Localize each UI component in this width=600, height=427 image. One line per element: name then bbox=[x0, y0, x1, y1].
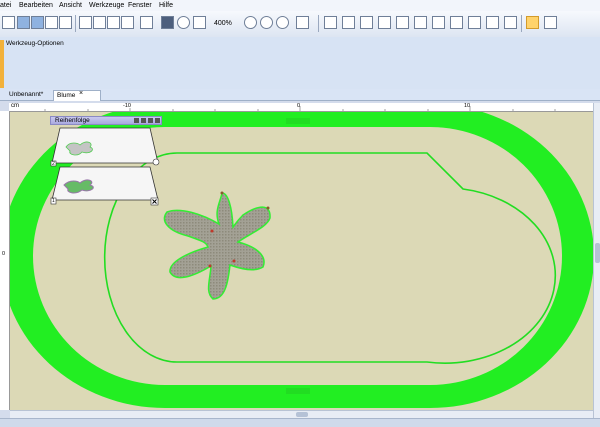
vscroll-thumb[interactable] bbox=[595, 243, 600, 263]
zoom-level[interactable]: 400% bbox=[214, 20, 232, 27]
stitch-node bbox=[266, 206, 270, 210]
ruler-label: 10 bbox=[464, 103, 471, 109]
menu-tools[interactable]: Werkzeuge bbox=[89, 2, 124, 9]
rows-icon[interactable] bbox=[504, 16, 517, 29]
print-icon[interactable] bbox=[59, 16, 72, 29]
distribute-icon[interactable] bbox=[450, 16, 463, 29]
order-panel-title: Reihenfolge bbox=[55, 117, 90, 124]
ruler-unit: cm bbox=[11, 103, 19, 109]
connect-icon[interactable] bbox=[45, 16, 58, 29]
columns-icon[interactable] bbox=[486, 16, 499, 29]
menu-view[interactable]: Ansicht bbox=[59, 2, 82, 9]
order-stack bbox=[50, 127, 160, 206]
track-marker-top bbox=[286, 118, 310, 124]
palette-icon[interactable] bbox=[177, 16, 190, 29]
order-panel[interactable]: Reihenfolge 2 1 bbox=[50, 116, 162, 206]
toolbar-separator bbox=[75, 15, 76, 32]
hoop-icon[interactable] bbox=[193, 16, 206, 29]
copy-icon[interactable] bbox=[79, 16, 92, 29]
stitch-node bbox=[220, 191, 224, 195]
menu-edit[interactable]: Bearbeiten bbox=[19, 2, 53, 9]
stitch-tool-icon[interactable] bbox=[544, 16, 557, 29]
tab-unbenannt[interactable]: Unbenannt* bbox=[9, 91, 43, 98]
zoom-fit-icon[interactable] bbox=[276, 16, 289, 29]
tab-close-icon[interactable]: × bbox=[79, 90, 83, 97]
layer-2-handle[interactable] bbox=[152, 158, 160, 166]
track-marker-bottom bbox=[286, 388, 310, 394]
align-bottom-icon[interactable] bbox=[396, 16, 409, 29]
ruler-ticks bbox=[44, 106, 556, 111]
cut-icon[interactable] bbox=[107, 16, 120, 29]
design-canvas[interactable]: Reihenfolge 2 1 bbox=[10, 112, 593, 410]
grid-icon[interactable] bbox=[161, 16, 174, 29]
align-right-icon[interactable] bbox=[360, 16, 373, 29]
order-panel-header[interactable]: Reihenfolge bbox=[50, 116, 162, 125]
vertical-ruler: 0 bbox=[0, 111, 10, 410]
tab-blume-label: Blume bbox=[57, 92, 76, 99]
layer-2-thumbnail bbox=[65, 141, 93, 156]
zoom-in-icon[interactable] bbox=[244, 16, 257, 29]
panel-menu-icon[interactable] bbox=[141, 118, 146, 123]
horizontal-ruler: -10 0 10 bbox=[9, 103, 593, 112]
layer-1-number: 1 bbox=[52, 198, 55, 204]
toolbar-separator bbox=[318, 15, 319, 32]
stitch-node bbox=[232, 259, 236, 263]
stitch-node bbox=[210, 229, 214, 233]
stitch-node bbox=[208, 264, 212, 268]
tool-options-title: Werkzeug-Optionen bbox=[6, 40, 64, 47]
ruler-label: 0 bbox=[297, 103, 301, 109]
align-left-icon[interactable] bbox=[324, 16, 337, 29]
document-tabs: Unbenannt* Blume × bbox=[0, 89, 600, 101]
new-document-icon[interactable] bbox=[2, 16, 15, 29]
panel-pin-icon[interactable] bbox=[134, 118, 139, 123]
layer-2-number: 2 bbox=[52, 161, 55, 167]
redo-icon[interactable] bbox=[140, 16, 153, 29]
paste-icon[interactable] bbox=[93, 16, 106, 29]
tool-options-panel: Werkzeug-Optionen bbox=[0, 37, 600, 90]
zoom-out-icon[interactable] bbox=[260, 16, 273, 29]
side-dock-handle[interactable] bbox=[0, 40, 4, 88]
ruler-label: -10 bbox=[123, 103, 131, 109]
menu-file[interactable]: atei bbox=[0, 2, 11, 9]
panel-minimize-icon[interactable] bbox=[148, 118, 153, 123]
menu-window[interactable]: Fenster bbox=[128, 2, 152, 9]
ruler-label: 0 bbox=[2, 251, 6, 257]
open-icon[interactable] bbox=[17, 16, 30, 29]
tab-blume[interactable]: Blume bbox=[53, 90, 101, 101]
undo-icon[interactable] bbox=[121, 16, 134, 29]
main-toolbar: 400% bbox=[0, 11, 600, 38]
menu-help[interactable]: Hilfe bbox=[159, 2, 173, 9]
save-icon[interactable] bbox=[31, 16, 44, 29]
draw-tool-icon[interactable] bbox=[526, 16, 539, 29]
toolbar-separator bbox=[521, 15, 522, 32]
select-icon[interactable] bbox=[296, 16, 309, 29]
grid-align-icon[interactable] bbox=[468, 16, 481, 29]
menu-bar: atei Bearbeiten Ansicht Werkzeuge Fenste… bbox=[0, 0, 600, 11]
vertical-scrollbar[interactable] bbox=[593, 103, 600, 418]
panel-close-icon[interactable] bbox=[155, 118, 160, 123]
align-center-icon[interactable] bbox=[342, 16, 355, 29]
hscroll-thumb[interactable] bbox=[296, 412, 308, 417]
align-justify-icon[interactable] bbox=[378, 16, 391, 29]
align-top-icon[interactable] bbox=[414, 16, 427, 29]
layer-1-thumbnail bbox=[63, 179, 94, 194]
align-middle-icon[interactable] bbox=[432, 16, 445, 29]
